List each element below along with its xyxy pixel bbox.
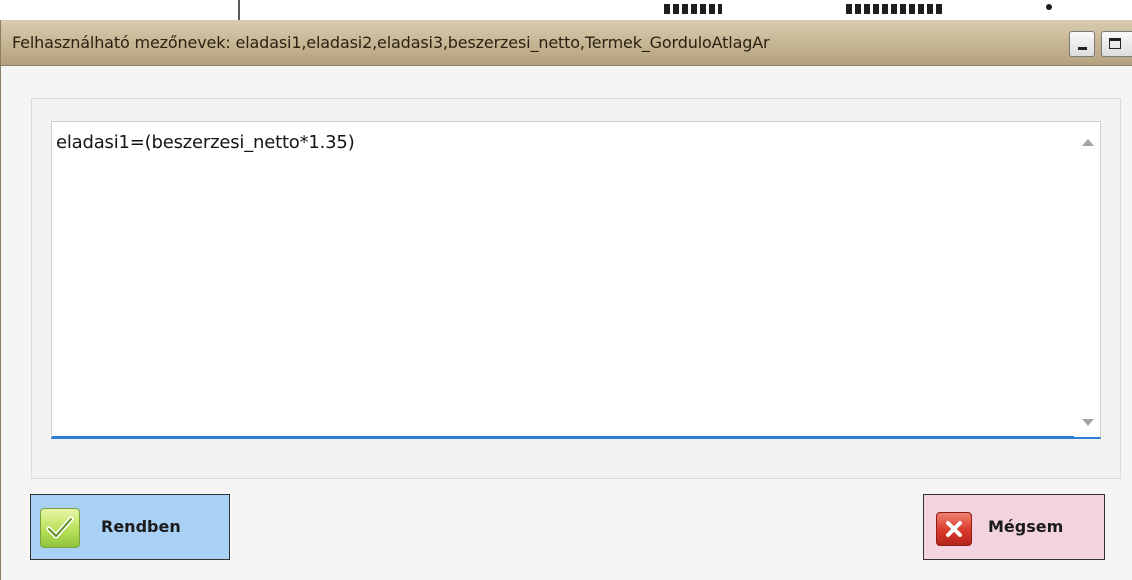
formula-dialog: Felhasználható mezőnevek: eladasi1,elada… xyxy=(0,20,1132,580)
maximize-icon xyxy=(1109,38,1121,49)
background-divider xyxy=(238,0,240,20)
checkmark-icon xyxy=(40,508,80,548)
background-dot xyxy=(1046,4,1052,10)
ok-button-label: Rendben xyxy=(101,517,181,536)
vertical-scrollbar[interactable] xyxy=(1074,122,1100,437)
screen: Felhasználható mezőnevek: eladasi1,elada… xyxy=(0,0,1132,580)
dialog-content: eladasi1=(beszerzesi_netto*1.35) Rendben xyxy=(1,66,1132,580)
background-window-strip xyxy=(0,0,1132,20)
cancel-button-label: Mégsem xyxy=(988,517,1064,536)
formula-textarea[interactable]: eladasi1=(beszerzesi_netto*1.35) xyxy=(51,121,1101,439)
minimize-icon xyxy=(1078,47,1087,50)
formula-text: eladasi1=(beszerzesi_netto*1.35) xyxy=(56,132,355,153)
minimize-button[interactable] xyxy=(1069,31,1095,57)
dialog-title: Felhasználható mezőnevek: eladasi1,elada… xyxy=(12,33,770,52)
maximize-button[interactable] xyxy=(1101,31,1132,57)
cancel-button[interactable]: Mégsem xyxy=(923,494,1105,560)
dialog-titlebar[interactable]: Felhasználható mezőnevek: eladasi1,elada… xyxy=(1,20,1132,66)
background-text-fragment xyxy=(664,4,722,14)
x-icon xyxy=(936,512,972,546)
scroll-down-icon[interactable] xyxy=(1082,419,1094,426)
ok-button[interactable]: Rendben xyxy=(30,494,230,560)
scroll-up-icon[interactable] xyxy=(1082,139,1094,146)
background-text-fragment xyxy=(846,4,942,14)
